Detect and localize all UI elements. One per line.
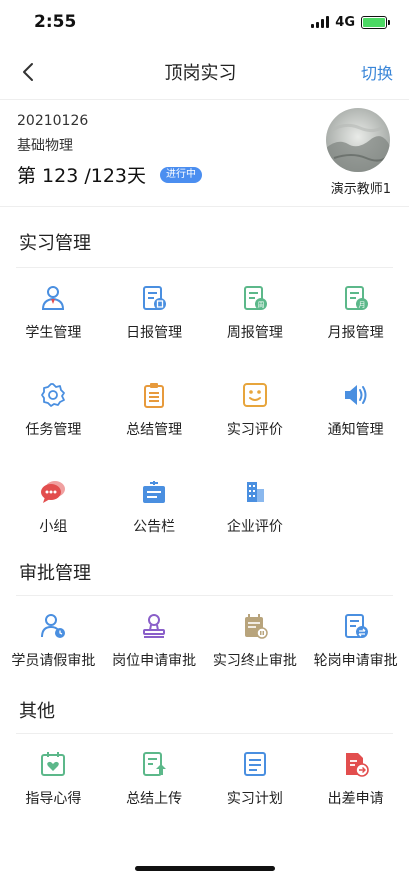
menu-notice-management[interactable]: 通知管理 bbox=[305, 365, 406, 462]
menu-label: 周报管理 bbox=[226, 325, 283, 341]
menu-internship-plan[interactable]: 实习计划 bbox=[205, 734, 306, 831]
plan-doc-icon bbox=[241, 750, 269, 778]
menu-summary-management[interactable]: 总结管理 bbox=[104, 365, 205, 462]
section-title-approval: 审批管理 bbox=[19, 563, 91, 584]
network-label: 4G bbox=[335, 14, 355, 30]
chevron-left-icon bbox=[23, 62, 33, 81]
menu-position-approval[interactable]: 岗位申请审批 bbox=[104, 596, 205, 693]
menu-label: 学员请假审批 bbox=[11, 653, 96, 669]
menu-student-management[interactable]: 学生管理 bbox=[3, 268, 104, 365]
gear-icon bbox=[39, 381, 67, 409]
menu-label: 轮岗申请审批 bbox=[313, 653, 398, 669]
menu-label: 小组 bbox=[39, 519, 68, 535]
back-button[interactable] bbox=[16, 60, 40, 84]
smile-icon bbox=[241, 381, 269, 409]
section-title-other: 其他 bbox=[19, 701, 55, 722]
status-time: 2:55 bbox=[34, 12, 77, 32]
section-title-internship: 实习管理 bbox=[19, 233, 91, 254]
menu-daily-report[interactable]: 日报管理 bbox=[104, 268, 205, 365]
user-icon bbox=[39, 284, 67, 312]
menu-label: 学生管理 bbox=[25, 325, 82, 341]
battery-icon bbox=[361, 15, 390, 29]
day-progress: 第 123 /123天 bbox=[17, 165, 147, 187]
teacher-name: 演示教师1 bbox=[330, 182, 391, 197]
menu-guidance-notes[interactable]: 指导心得 bbox=[3, 734, 104, 831]
menu-internship-evaluation[interactable]: 实习评价 bbox=[205, 365, 306, 462]
chat-bubbles-icon bbox=[39, 478, 67, 506]
menu-label: 实习评价 bbox=[226, 422, 283, 438]
calendar-pause-icon bbox=[241, 612, 269, 640]
menu-bulletin-board[interactable]: 公告栏 bbox=[104, 462, 205, 559]
menu-leave-approval[interactable]: 学员请假审批 bbox=[3, 596, 104, 693]
other-menu-grid: 指导心得 总结上传 实习计划 出差申请 bbox=[0, 734, 409, 831]
internship-menu-grid: 学生管理 日报管理 周 周报管理 月 月报管理 任务管理 总结管理 实习评价 通… bbox=[0, 268, 409, 559]
menu-monthly-report[interactable]: 月 月报管理 bbox=[305, 268, 406, 365]
menu-label: 总结管理 bbox=[126, 422, 183, 438]
menu-label: 岗位申请审批 bbox=[112, 653, 197, 669]
weekly-report-icon: 周 bbox=[241, 284, 269, 312]
menu-rotation-approval[interactable]: 轮岗申请审批 bbox=[305, 596, 406, 693]
menu-label: 指导心得 bbox=[25, 791, 82, 807]
menu-label: 月报管理 bbox=[327, 325, 384, 341]
status-badge: 进行中 bbox=[160, 166, 203, 183]
trip-doc-icon bbox=[342, 750, 370, 778]
approval-menu-grid: 学员请假审批 岗位申请审批 实习终止审批 轮岗申请审批 bbox=[0, 596, 409, 693]
menu-label: 日报管理 bbox=[126, 325, 183, 341]
status-indicators: 4G bbox=[311, 14, 390, 30]
upload-doc-icon bbox=[140, 750, 168, 778]
daily-report-icon bbox=[140, 284, 168, 312]
monthly-report-icon: 月 bbox=[342, 284, 370, 312]
menu-task-management[interactable]: 任务管理 bbox=[3, 365, 104, 462]
svg-text:月: 月 bbox=[358, 301, 365, 309]
menu-termination-approval[interactable]: 实习终止审批 bbox=[205, 596, 306, 693]
menu-label: 总结上传 bbox=[126, 791, 183, 807]
document-swap-icon bbox=[342, 612, 370, 640]
avatar[interactable] bbox=[326, 108, 390, 172]
page-title: 顶岗实习 bbox=[164, 62, 237, 84]
menu-label: 实习计划 bbox=[226, 791, 283, 807]
menu-label: 企业评价 bbox=[226, 519, 283, 535]
menu-label: 公告栏 bbox=[133, 519, 176, 535]
svg-text:周: 周 bbox=[257, 301, 264, 309]
internship-info-card: 20210126 基础物理 第 123 /123天 进行中 演示教师1 bbox=[0, 100, 409, 207]
stamp-icon bbox=[140, 612, 168, 640]
menu-group[interactable]: 小组 bbox=[3, 462, 104, 559]
signal-icon bbox=[311, 16, 330, 28]
speaker-icon bbox=[342, 381, 370, 409]
nav-bar: 顶岗实习 切换 bbox=[0, 44, 409, 100]
menu-summary-upload[interactable]: 总结上传 bbox=[104, 734, 205, 831]
menu-weekly-report[interactable]: 周 周报管理 bbox=[205, 268, 306, 365]
menu-label: 实习终止审批 bbox=[212, 653, 297, 669]
menu-company-evaluation[interactable]: 企业评价 bbox=[205, 462, 306, 559]
menu-label: 出差申请 bbox=[327, 791, 384, 807]
status-bar: 2:55 4G bbox=[0, 0, 409, 44]
bulletin-icon bbox=[140, 478, 168, 506]
building-icon bbox=[241, 478, 269, 506]
menu-label: 通知管理 bbox=[327, 422, 384, 438]
user-clock-icon bbox=[39, 612, 67, 640]
menu-business-trip[interactable]: 出差申请 bbox=[305, 734, 406, 831]
home-indicator bbox=[134, 866, 275, 871]
clipboard-icon bbox=[140, 381, 168, 409]
heart-board-icon bbox=[39, 750, 67, 778]
switch-button[interactable]: 切换 bbox=[361, 60, 393, 84]
menu-label: 任务管理 bbox=[25, 422, 82, 438]
